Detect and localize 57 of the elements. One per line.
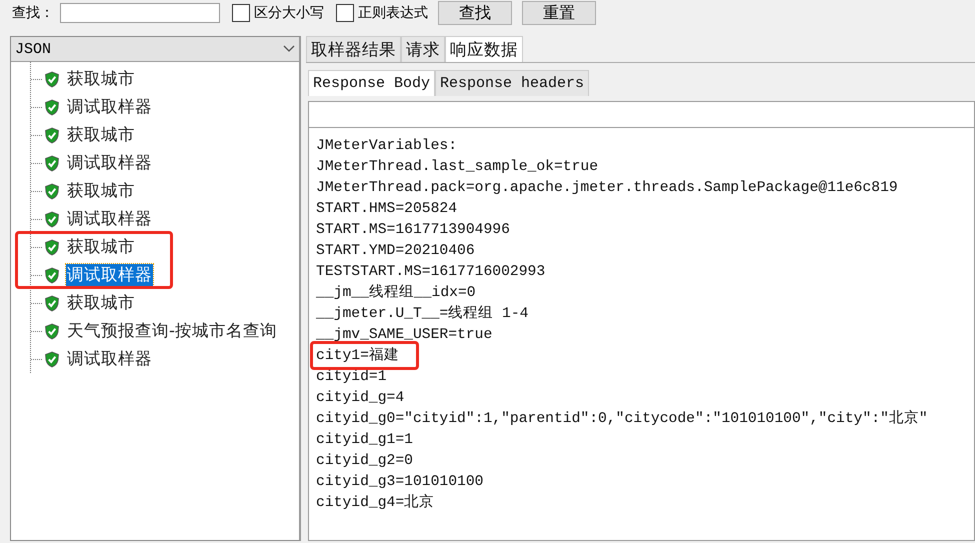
tree-item[interactable]: 获取城市 [66, 292, 136, 314]
shield-check-icon [44, 238, 60, 256]
shield-check-icon [44, 98, 60, 116]
response-line: START.HMS=205824 [316, 200, 458, 219]
response-line: cityid_g=4 [316, 389, 404, 408]
shield-check-icon [44, 266, 60, 284]
shield-check-icon [44, 182, 60, 200]
response-line: START.YMD=20210406 [316, 242, 475, 261]
response-line: __jmv_SAME_USER=true [316, 326, 492, 345]
response-line: cityid_g4=北京 [316, 493, 434, 513]
response-line: JMeterVariables: [316, 137, 458, 156]
tab[interactable]: 请求 [401, 36, 445, 62]
response-search-field[interactable] [308, 101, 975, 128]
reset-button[interactable]: 重置 [522, 1, 596, 25]
response-line: START.MS=1617713904996 [316, 221, 510, 240]
tree-item[interactable]: 获取城市 [66, 124, 136, 146]
chevron-down-icon[interactable] [283, 45, 295, 53]
tree-item[interactable]: 天气预报查询-按城市名查询 [66, 320, 278, 342]
response-line: city1=福建 [316, 346, 399, 366]
shield-check-icon [44, 70, 60, 88]
response-line: cityid_g0="cityid":1,"parentid":0,"citycode":"101010100","city":"北京" [316, 409, 928, 429]
shield-check-icon [44, 350, 60, 368]
shield-check-icon [44, 126, 60, 144]
checkbox[interactable] [336, 4, 354, 22]
dropdown-value: JSON [15, 40, 52, 58]
tab[interactable]: 响应数据 [445, 36, 523, 62]
tree-item[interactable]: 调试取样器 [66, 208, 153, 230]
tree-item[interactable]: 获取城市 [66, 68, 136, 90]
shield-check-icon [44, 322, 60, 340]
find-button[interactable]: 查找 [438, 1, 512, 25]
checkbox-label[interactable]: 区分大小写 [254, 4, 324, 22]
tree-item[interactable]: 调试取样器 [66, 96, 153, 118]
checkbox[interactable] [232, 4, 250, 22]
tab[interactable]: 取样器结果 [306, 36, 401, 62]
renderer-dropdown[interactable]: JSON [11, 37, 299, 62]
search-field[interactable] [60, 3, 220, 23]
response-line: cityid_g3=101010100 [316, 473, 484, 492]
tree-item[interactable]: 获取城市 [66, 180, 136, 202]
response-line: cityid_g1=1 [316, 431, 413, 450]
response-line: cityid=1 [316, 368, 387, 387]
tab[interactable]: Response headers [435, 70, 590, 96]
checkbox-label[interactable]: 正则表达式 [358, 4, 428, 22]
tab[interactable]: Response Body [308, 70, 436, 96]
tree-item[interactable]: 获取城市 [66, 236, 136, 258]
search-label: 查找： [12, 4, 54, 22]
tree-item[interactable]: 调试取样器 [66, 348, 153, 370]
shield-check-icon [44, 154, 60, 172]
tree-item[interactable]: 调试取样器 [66, 152, 153, 174]
response-line: __jm__线程组__idx=0 [316, 283, 476, 303]
shield-check-icon [44, 294, 60, 312]
shield-check-icon [44, 210, 60, 228]
tree-item[interactable]: 调试取样器 [66, 264, 153, 286]
response-line: TESTSTART.MS=1617716002993 [316, 263, 546, 282]
response-line: __jmeter.U_T__=线程组 1-4 [316, 304, 528, 324]
response-line: JMeterThread.pack=org.apache.jmeter.threads.SamplePackage@11e6c819 [316, 179, 898, 198]
response-line: JMeterThread.last_sample_ok=true [316, 158, 598, 177]
response-line: cityid_g2=0 [316, 452, 413, 471]
